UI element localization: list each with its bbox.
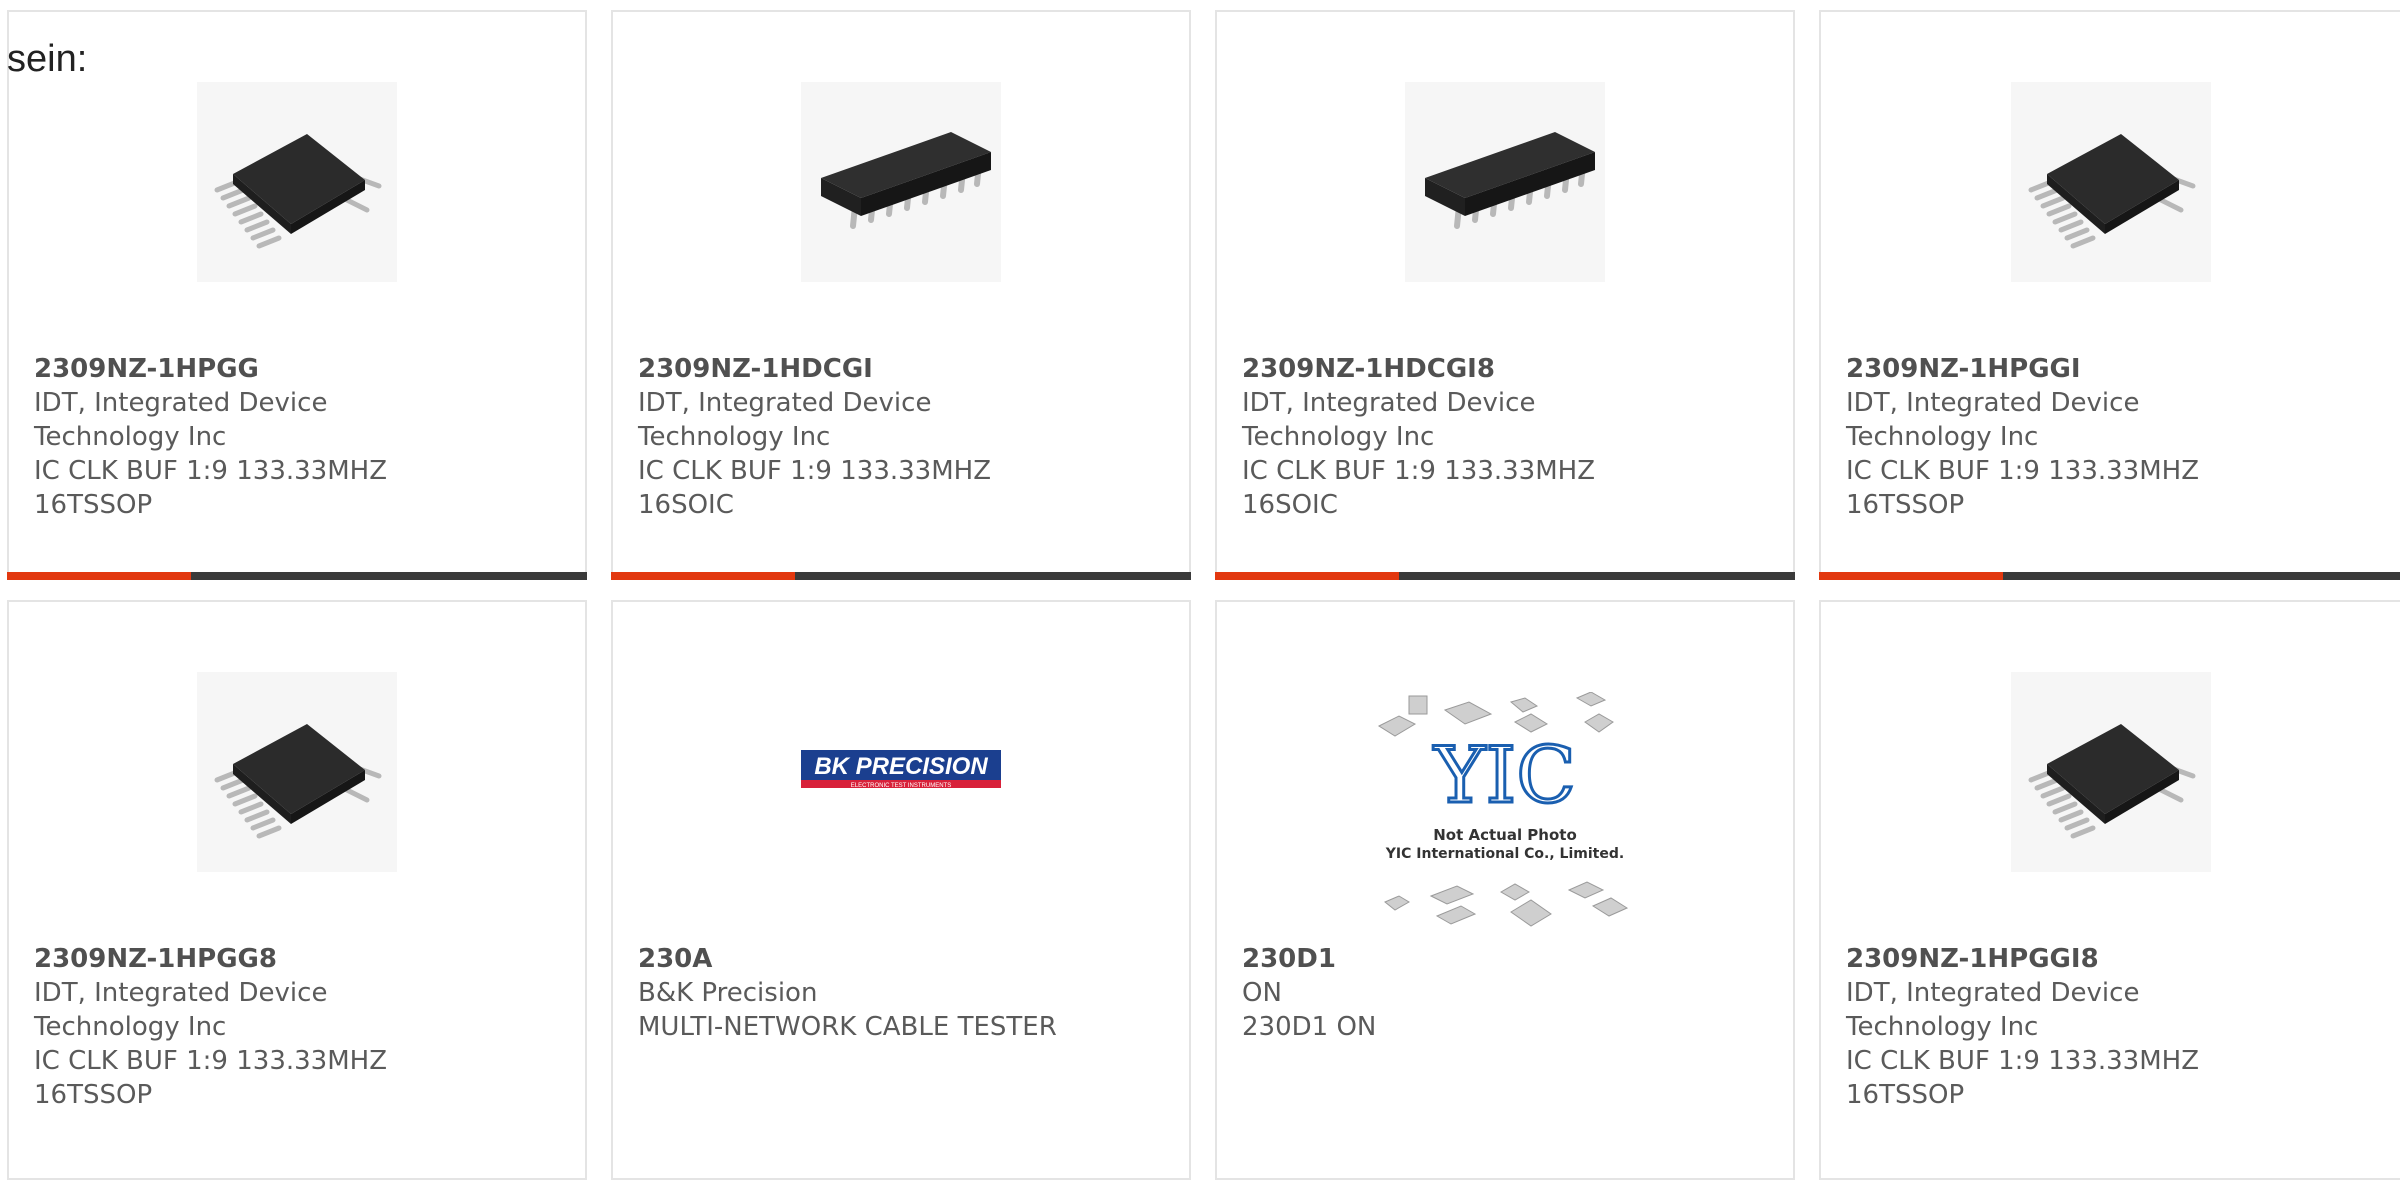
logo-subtext: ELECTRONIC TEST INSTRUMENTS xyxy=(851,783,951,789)
description-line: 16TSSOP xyxy=(1846,1080,1965,1110)
part-number[interactable]: 2309NZ-1HPGGI xyxy=(1846,352,2400,386)
description-line: 16TSSOP xyxy=(34,490,153,520)
manufacturer-line: B&K Precision xyxy=(638,978,818,1008)
description-line: IC CLK BUF 1:9 133.33MHZ xyxy=(638,456,992,486)
manufacturer-line: Technology Inc xyxy=(1846,1012,2039,1042)
part-number[interactable]: 2309NZ-1HPGG8 xyxy=(34,942,594,976)
manufacturer-line: IDT, Integrated Device xyxy=(34,978,328,1008)
product-card[interactable]: BK PRECISION ELECTRONIC TEST INSTRUMENTS… xyxy=(611,600,1191,1180)
manufacturer-line: Technology Inc xyxy=(1846,422,2039,452)
part-number[interactable]: 2309NZ-1HDCGI8 xyxy=(1242,352,1802,386)
product-card[interactable]: YIC Not Actual Photo YIC International C… xyxy=(1215,600,1795,1180)
description-line: 16TSSOP xyxy=(1846,490,1965,520)
tssop-chip-image xyxy=(197,672,397,872)
card-underline xyxy=(1215,572,1795,580)
product-card[interactable]: 2309NZ-1HPGGI IDT, Integrated Device Tec… xyxy=(1819,10,2400,580)
card-underline-accent xyxy=(611,572,795,580)
description-line: 16SOIC xyxy=(1242,490,1338,520)
bk-precision-logo: BK PRECISION ELECTRONIC TEST INSTRUMENTS xyxy=(801,672,1001,872)
description-line: MULTI-NETWORK CABLE TESTER xyxy=(638,1012,1057,1042)
soic-chip-image xyxy=(801,82,1001,282)
card-underline-accent xyxy=(1215,572,1399,580)
part-number[interactable]: 2309NZ-1HPGGI8 xyxy=(1846,942,2400,976)
placeholder-caption: Not Actual Photo xyxy=(1433,826,1577,844)
description-line: IC CLK BUF 1:9 133.33MHZ xyxy=(34,1046,388,1076)
product-card[interactable]: 2309NZ-1HPGG8 IDT, Integrated Device Tec… xyxy=(7,600,587,1180)
tssop-chip-image xyxy=(2010,672,2211,872)
manufacturer-line: Technology Inc xyxy=(34,422,227,452)
placeholder-company: YIC International Co., Limited. xyxy=(1385,846,1624,862)
part-number[interactable]: 230A xyxy=(638,942,1198,976)
intro-text: sein: xyxy=(7,38,88,80)
logo-text: BK PRECISION xyxy=(814,753,988,780)
card-underline-accent xyxy=(7,572,191,580)
card-underline-accent xyxy=(1819,572,2003,580)
description-line: IC CLK BUF 1:9 133.33MHZ xyxy=(1846,456,2200,486)
description-line: IC CLK BUF 1:9 133.33MHZ xyxy=(1242,456,1596,486)
manufacturer-line: Technology Inc xyxy=(1242,422,1435,452)
description-line: IC CLK BUF 1:9 133.33MHZ xyxy=(1846,1046,2200,1076)
card-underline xyxy=(1819,572,2400,580)
manufacturer-line: IDT, Integrated Device xyxy=(1242,388,1536,418)
description-line: 16SOIC xyxy=(638,490,734,520)
tssop-chip-image xyxy=(2010,82,2211,282)
product-card[interactable]: 2309NZ-1HPGG IDT, Integrated Device Tech… xyxy=(7,10,587,580)
card-underline xyxy=(7,572,587,580)
tssop-chip-image xyxy=(197,82,397,282)
part-number[interactable]: 2309NZ-1HDCGI xyxy=(638,352,1198,386)
card-underline xyxy=(611,572,1191,580)
manufacturer-line: Technology Inc xyxy=(638,422,831,452)
part-number[interactable]: 230D1 xyxy=(1242,942,1802,976)
product-card[interactable]: 2309NZ-1HDCGI IDT, Integrated Device Tec… xyxy=(611,10,1191,580)
description-line: 16TSSOP xyxy=(34,1080,153,1110)
description-line: 230D1 ON xyxy=(1242,1012,1377,1042)
svg-text:YIC: YIC xyxy=(1433,731,1576,821)
manufacturer-line: ON xyxy=(1242,978,1282,1008)
manufacturer-line: Technology Inc xyxy=(34,1012,227,1042)
part-number[interactable]: 2309NZ-1HPGG xyxy=(34,352,594,386)
product-card[interactable]: 2309NZ-1HPGGI8 IDT, Integrated Device Te… xyxy=(1819,600,2400,1180)
yic-placeholder-image: YIC Not Actual Photo YIC International C… xyxy=(1365,692,1645,932)
manufacturer-line: IDT, Integrated Device xyxy=(1846,978,2140,1008)
product-card[interactable]: 2309NZ-1HDCGI8 IDT, Integrated Device Te… xyxy=(1215,10,1795,580)
manufacturer-line: IDT, Integrated Device xyxy=(34,388,328,418)
soic-chip-image xyxy=(1405,82,1605,282)
description-line: IC CLK BUF 1:9 133.33MHZ xyxy=(34,456,388,486)
manufacturer-line: IDT, Integrated Device xyxy=(1846,388,2140,418)
manufacturer-line: IDT, Integrated Device xyxy=(638,388,932,418)
